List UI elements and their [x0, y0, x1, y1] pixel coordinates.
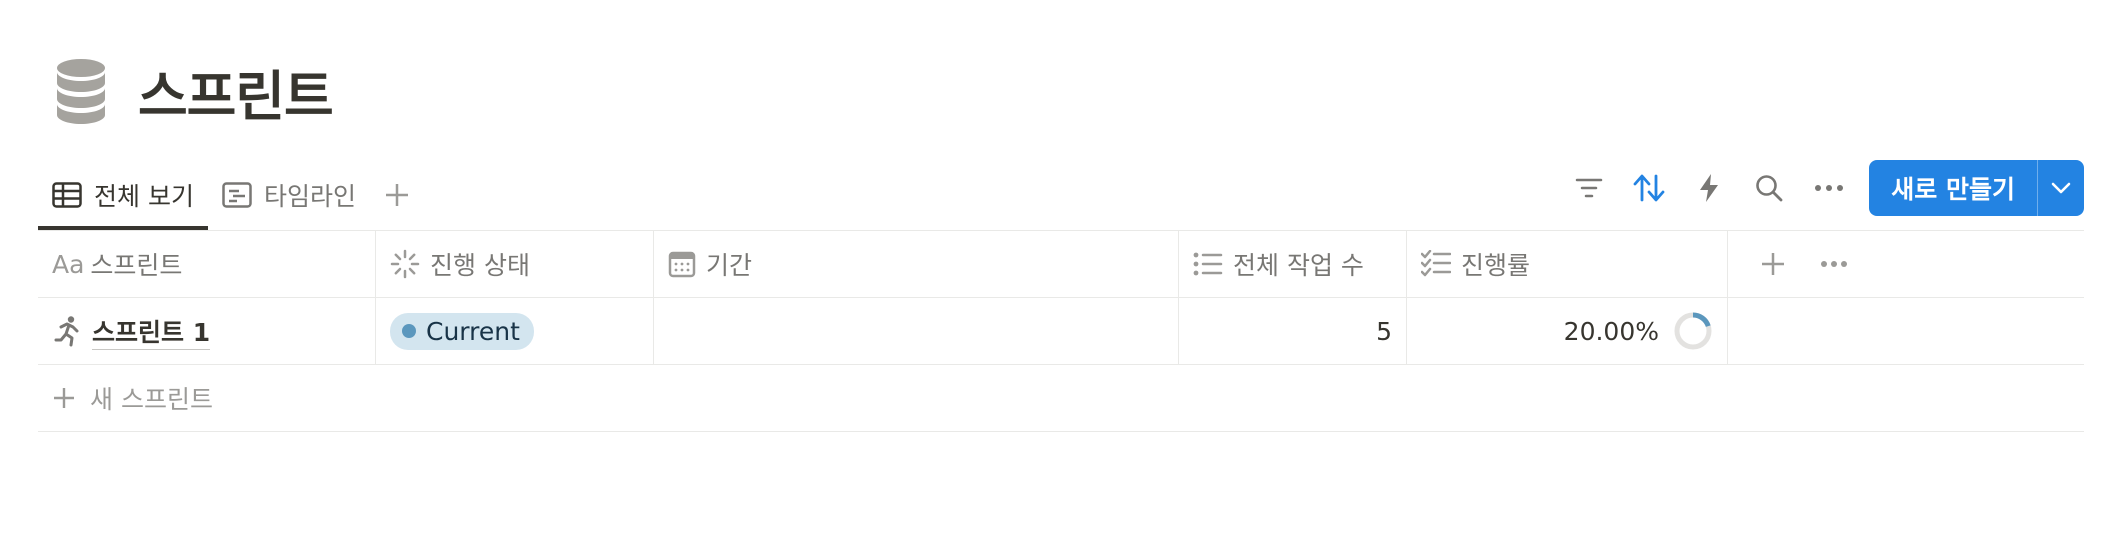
- filter-button[interactable]: [1561, 160, 1617, 216]
- status-label: Current: [426, 316, 520, 346]
- automation-button[interactable]: [1681, 160, 1737, 216]
- database-table: Aa 스프린트 진행 상태 기간 전체 작업 수 진행률 스프린트 1 Curr…: [38, 230, 2084, 432]
- more-icon[interactable]: [1820, 260, 1848, 268]
- sprint-name-link[interactable]: 스프린트 1: [92, 313, 211, 350]
- status-badge: Current: [390, 312, 534, 350]
- column-header-sprint[interactable]: Aa 스프린트: [38, 231, 376, 297]
- progress-ring-icon: [1674, 312, 1712, 350]
- page-title: 스프린트: [138, 64, 334, 128]
- column-header-progress[interactable]: 진행률: [1407, 231, 1728, 297]
- new-button-group: 새로 만들기: [1869, 160, 2084, 216]
- status-icon: [390, 249, 420, 279]
- view-toolbar: 새로 만들기: [1557, 160, 2084, 216]
- title-icon: Aa: [52, 249, 85, 279]
- running-icon: [54, 316, 79, 347]
- add-view-button[interactable]: [370, 160, 424, 230]
- calendar-icon: [668, 251, 696, 278]
- empty-cell: [1728, 298, 2084, 364]
- table-header: Aa 스프린트 진행 상태 기간 전체 작업 수 진행률: [38, 230, 2084, 298]
- column-header-status[interactable]: 진행 상태: [376, 231, 654, 297]
- lightning-icon: [1700, 174, 1719, 202]
- new-button-dropdown[interactable]: [2037, 160, 2084, 216]
- plus-icon: [54, 388, 74, 408]
- column-label: 기간: [706, 251, 753, 280]
- new-button[interactable]: 새로 만들기: [1869, 160, 2037, 216]
- table-icon: [52, 182, 82, 208]
- sort-button[interactable]: [1621, 160, 1677, 216]
- tab-timeline[interactable]: 타임라인: [208, 160, 370, 230]
- task-count-cell[interactable]: 5: [1179, 298, 1407, 364]
- tab-label: 전체 보기: [94, 182, 194, 211]
- chevron-down-icon: [2051, 182, 2071, 194]
- column-label: 진행률: [1461, 251, 1531, 280]
- filter-icon: [1576, 178, 1603, 198]
- column-header-period[interactable]: 기간: [654, 231, 1179, 297]
- tab-all-view[interactable]: 전체 보기: [38, 160, 208, 230]
- checklist-icon: [1421, 250, 1451, 277]
- timeline-icon: [222, 182, 252, 208]
- search-button[interactable]: [1741, 160, 1797, 216]
- task-count-value: 5: [1376, 316, 1392, 346]
- more-icon: [1815, 185, 1844, 191]
- progress-cell[interactable]: 20.00%: [1407, 298, 1728, 364]
- view-tabs: 전체 보기 타임라인: [38, 160, 424, 230]
- sort-icon: [1633, 174, 1665, 202]
- list-icon: [1193, 252, 1223, 276]
- column-label: 스프린트: [90, 251, 183, 280]
- sprint-cell[interactable]: 스프린트 1: [38, 298, 376, 364]
- search-icon: [1756, 175, 1783, 202]
- more-options-button[interactable]: [1801, 160, 1857, 216]
- new-row-label: 새 스프린트: [90, 385, 213, 414]
- column-label: 전체 작업 수: [1233, 251, 1364, 280]
- database-icon: [57, 59, 105, 124]
- period-cell[interactable]: [654, 298, 1179, 364]
- status-dot-icon: [402, 324, 416, 338]
- column-header-task-count[interactable]: 전체 작업 수: [1179, 231, 1407, 297]
- new-row-button[interactable]: 새 스프린트: [38, 365, 2084, 432]
- status-cell[interactable]: Current: [376, 298, 654, 364]
- table-row[interactable]: 스프린트 1 Current 5 20.00%: [38, 298, 2084, 365]
- plus-icon: [385, 184, 408, 206]
- page-header: 스프린트: [54, 56, 334, 128]
- column-label: 진행 상태: [430, 251, 530, 280]
- progress-value: 20.00%: [1563, 316, 1659, 346]
- add-property-icon[interactable]: [1760, 251, 1786, 277]
- column-header-actions: [1728, 231, 2084, 297]
- tab-label: 타임라인: [263, 182, 356, 211]
